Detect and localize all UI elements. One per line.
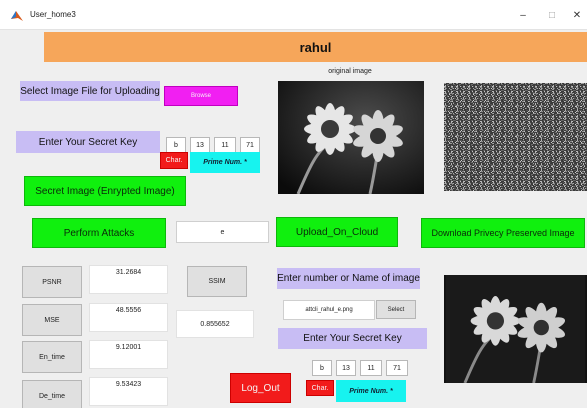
encrypted-image (444, 83, 587, 191)
key-prime-input-3-bottom[interactable]: 71 (386, 360, 408, 376)
browse-button[interactable]: Browse (164, 86, 238, 106)
image-name-input[interactable]: attcli_rahul_e.png (283, 300, 375, 320)
en-time-value: 9.12001 (89, 340, 168, 369)
secret-key-label-bottom: Enter Your Secret Key (278, 328, 427, 349)
char-label-bottom: Char. (306, 380, 334, 396)
upload-on-cloud-button[interactable]: Upload_On_Cloud (276, 217, 398, 247)
mse-button[interactable]: MSE (22, 304, 82, 336)
ssim-value: 0.855652 (176, 310, 254, 338)
select-image-label: Select Image File for Uploading (20, 81, 160, 101)
mse-value: 48.5556 (89, 303, 168, 332)
key-char-input-bottom[interactable]: b (312, 360, 332, 376)
en-time-button[interactable]: En_time (22, 341, 82, 373)
matlab-app-icon (10, 9, 24, 23)
de-time-button[interactable]: De_time (22, 380, 82, 408)
logout-button[interactable]: Log_Out (230, 373, 291, 403)
minimize-button[interactable]: – (516, 10, 530, 22)
window-title: User_home3 (30, 10, 76, 19)
secret-key-label-top: Enter Your Secret Key (16, 131, 160, 153)
figure-client-area: rahul Select Image File for Uploading Br… (0, 30, 587, 408)
prime-num-label-bottom: Prime Num. * (336, 380, 406, 402)
char-label-top: Char. (160, 152, 188, 169)
maximize-button[interactable]: □ (545, 10, 559, 22)
download-privacy-image-button[interactable]: Download Privecy Preserved Image (421, 218, 585, 248)
user-name-banner: rahul (44, 32, 587, 62)
attack-value-field[interactable]: e (176, 221, 269, 243)
close-button[interactable]: ✕ (570, 10, 584, 22)
window-titlebar: User_home3 – □ ✕ (0, 0, 587, 30)
select-button[interactable]: Select (376, 300, 416, 319)
prime-num-label-top: Prime Num. * (190, 152, 260, 173)
original-image (278, 81, 424, 194)
image-name-label: Enter number or Name of image (277, 268, 420, 289)
secret-image-button[interactable]: Secret Image (Enrypted Image) (24, 176, 186, 206)
key-prime-input-2-bottom[interactable]: 11 (360, 360, 382, 376)
psnr-value: 31.2684 (89, 265, 168, 294)
decrypted-image (444, 275, 587, 383)
de-time-value: 9.53423 (89, 377, 168, 406)
psnr-button[interactable]: PSNR (22, 266, 82, 298)
key-prime-input-1-bottom[interactable]: 13 (336, 360, 356, 376)
original-image-caption: original image (328, 68, 372, 75)
perform-attacks-button[interactable]: Perform Attacks (32, 218, 166, 248)
ssim-button[interactable]: SSIM (187, 266, 247, 297)
